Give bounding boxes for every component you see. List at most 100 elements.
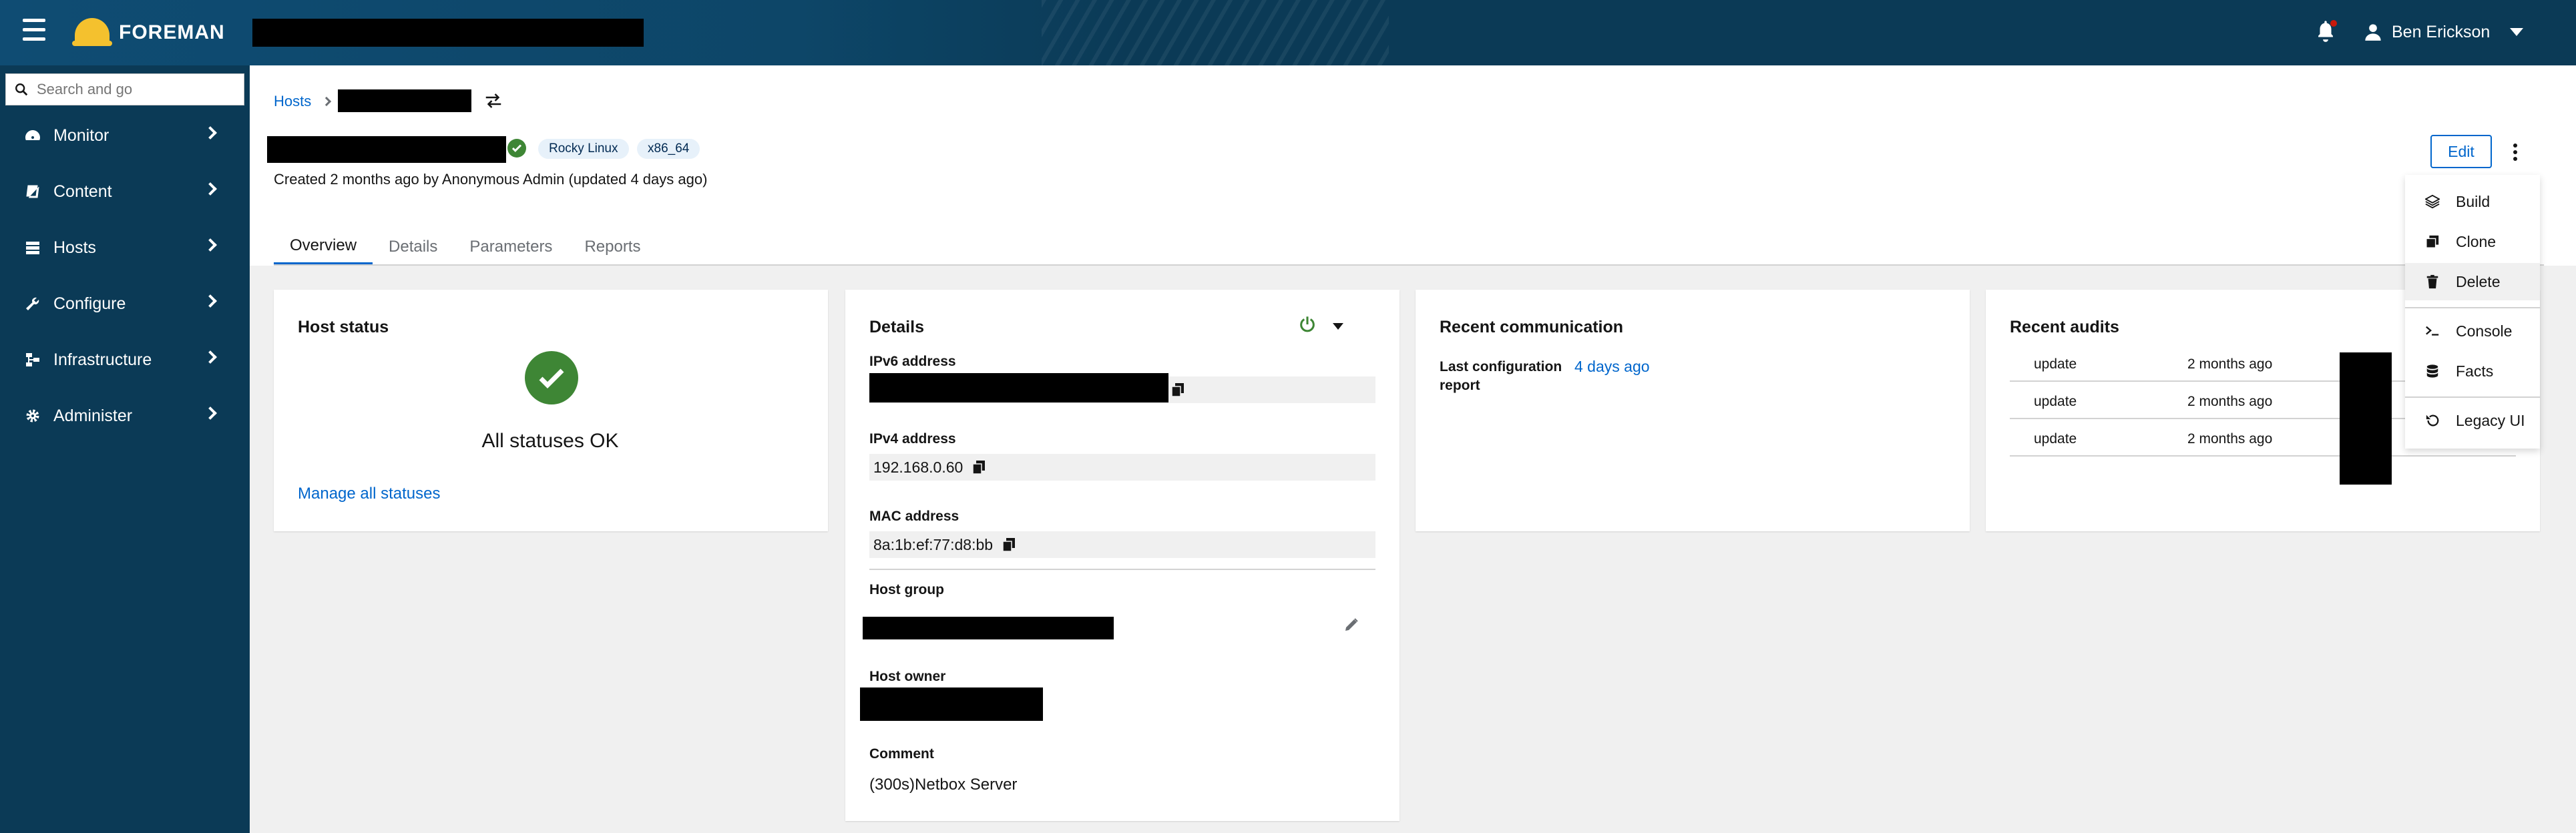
copy-icon[interactable] [972, 460, 987, 475]
comment-label: Comment [869, 746, 934, 762]
sidebar-item-configure[interactable]: Configure [0, 280, 250, 327]
sidebar-item-label: Content [53, 182, 112, 201]
ipv6-label: IPv6 address [869, 354, 956, 369]
sidebar-item-label: Configure [53, 294, 126, 313]
network-icon [24, 351, 41, 368]
dashboard-icon [24, 127, 41, 144]
foreman-logo[interactable]: FOREMAN [72, 13, 225, 52]
sidebar-item-content[interactable]: Content [0, 168, 250, 215]
bell-icon[interactable] [2316, 20, 2337, 43]
status-ok-icon [507, 139, 526, 158]
masthead-pattern [1042, 0, 1389, 65]
sidebar-item-label: Hosts [53, 238, 96, 257]
mac-value: 8a:1b:ef:77:d8:bb [873, 535, 994, 553]
masthead: FOREMAN Ben Erickson [0, 0, 2576, 65]
card-title: Recent audits [2010, 318, 2119, 336]
redacted-hostgroup [863, 617, 1114, 639]
menu-item-delete[interactable]: Delete [2405, 263, 2540, 300]
menu-separator [2405, 307, 2540, 308]
redacted-host-name [267, 136, 506, 163]
book-icon [24, 183, 41, 200]
redacted-context-selector[interactable] [252, 19, 644, 47]
hamburger-menu-icon[interactable] [23, 19, 49, 45]
sidebar-item-hosts[interactable]: Hosts [0, 224, 250, 271]
status-summary: All statuses OK [481, 430, 619, 452]
audit-action: update [2034, 394, 2077, 409]
card-title: Host status [298, 318, 389, 336]
comment-value: (300s)Netbox Server [869, 776, 1018, 794]
kebab-menu-icon[interactable] [2507, 140, 2524, 164]
arch-label: x86_64 [637, 139, 700, 159]
manage-statuses-link[interactable]: Manage all statuses [298, 485, 440, 503]
chevron-right-icon [204, 182, 217, 196]
audit-action: update [2034, 356, 2077, 372]
mac-field: 8a:1b:ef:77:d8:bb [869, 531, 1375, 558]
trash-icon [2424, 273, 2441, 290]
tab-parameters[interactable]: Parameters [453, 228, 568, 266]
menu-item-label: Console [2456, 322, 2513, 340]
card-title: Recent communication [1440, 318, 1624, 336]
database-icon [2424, 362, 2441, 380]
recent-communication-card: Recent communication Last configuration … [1416, 290, 1970, 531]
details-card: Details IPv6 address IPv4 address 192.16… [845, 290, 1400, 821]
chevron-right-icon [204, 294, 217, 308]
sidebar-item-label: Infrastructure [53, 350, 152, 369]
search-input[interactable] [37, 81, 237, 98]
audit-action: update [2034, 431, 2077, 447]
helmet-icon [72, 17, 112, 49]
edit-button[interactable]: Edit [2430, 135, 2492, 168]
brand-name: FOREMAN [119, 21, 225, 43]
sidebar-item-monitor[interactable]: Monitor [0, 112, 250, 159]
caret-down-icon[interactable] [1333, 323, 1343, 330]
breadcrumb-hosts-link[interactable]: Hosts [274, 93, 311, 110]
menu-item-label: Legacy UI [2456, 411, 2525, 429]
sidebar-search[interactable] [5, 73, 244, 105]
terminal-icon [2424, 322, 2441, 340]
last-report-label: Last configuration report [1440, 359, 1562, 393]
sidebar-item-infrastructure[interactable]: Infrastructure [0, 336, 250, 383]
user-menu[interactable]: Ben Erickson [2364, 19, 2524, 45]
menu-item-label: Clone [2456, 232, 2497, 250]
chevron-right-icon [322, 96, 332, 107]
power-icon[interactable] [1298, 315, 1318, 335]
tab-details[interactable]: Details [373, 228, 453, 266]
audit-time: 2 months ago [2187, 356, 2273, 372]
menu-item-legacy-ui[interactable]: Legacy UI [2405, 402, 2540, 439]
menu-item-console[interactable]: Console [2405, 312, 2540, 350]
menu-item-label: Delete [2456, 272, 2501, 290]
os-label: Rocky Linux [538, 139, 629, 159]
audit-time: 2 months ago [2187, 394, 2273, 409]
ipv4-value: 192.168.0.60 [873, 458, 963, 476]
chevron-right-icon [204, 126, 217, 140]
chevron-right-icon [204, 350, 217, 364]
tabs-divider [274, 264, 2544, 266]
clone-icon [2424, 233, 2441, 250]
search-icon [15, 83, 28, 96]
sidebar: Monitor Content Hosts Configure Infrastr… [0, 65, 250, 833]
host-status-card: Host status All statuses OK Manage all s… [274, 290, 828, 531]
pencil-icon[interactable] [1343, 617, 1361, 634]
layers-icon [2424, 193, 2441, 210]
menu-item-build[interactable]: Build [2405, 183, 2540, 220]
menu-item-facts[interactable]: Facts [2405, 352, 2540, 390]
menu-item-clone[interactable]: Clone [2405, 223, 2540, 260]
sidebar-item-label: Administer [53, 406, 133, 425]
copy-icon[interactable] [1002, 537, 1017, 552]
undo-icon [2424, 412, 2441, 429]
chevron-right-icon [204, 406, 217, 420]
mac-label: MAC address [869, 509, 959, 524]
menu-item-label: Facts [2456, 362, 2494, 380]
audit-time: 2 months ago [2187, 431, 2273, 447]
tab-reports[interactable]: Reports [568, 228, 656, 266]
exchange-icon[interactable] [483, 91, 503, 111]
sidebar-item-label: Monitor [53, 125, 110, 145]
sidebar-item-administer[interactable]: Administer [0, 392, 250, 439]
created-info: Created 2 months ago by Anonymous Admin … [274, 171, 708, 188]
menu-separator [2405, 396, 2540, 398]
tab-overview[interactable]: Overview [274, 228, 373, 266]
last-report-link[interactable]: 4 days ago [1574, 358, 1650, 376]
check-circle-icon [525, 351, 578, 404]
owner-label: Host owner [869, 669, 946, 684]
copy-icon[interactable] [1171, 382, 1186, 397]
redacted-breadcrumb-host[interactable] [338, 89, 471, 112]
